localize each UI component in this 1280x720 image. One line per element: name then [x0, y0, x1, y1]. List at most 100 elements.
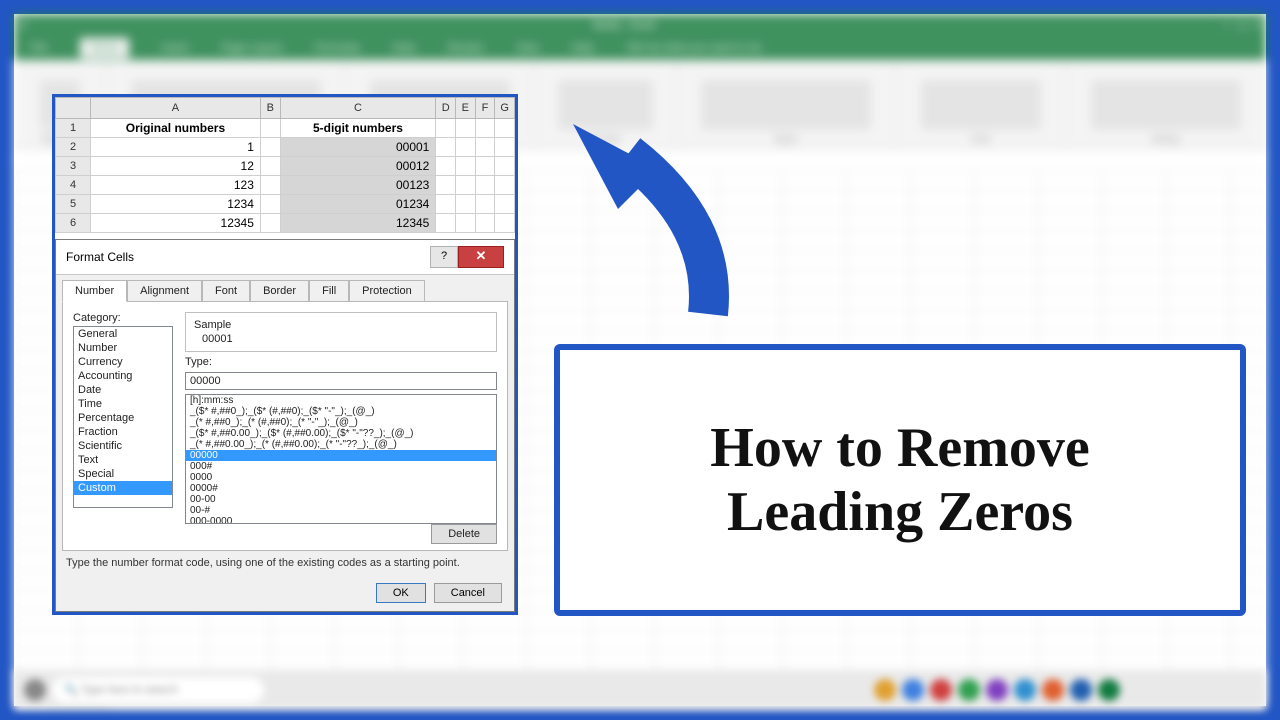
cell-F5[interactable]	[475, 195, 495, 214]
tab-number[interactable]: Number	[62, 280, 127, 302]
cell-C4[interactable]: 00123	[280, 176, 436, 195]
tab-alignment[interactable]: Alignment	[127, 280, 202, 302]
fmt-0[interactable]: [h]:mm:ss	[186, 395, 496, 406]
type-input[interactable]: 00000	[185, 372, 497, 390]
col-F[interactable]: F	[475, 98, 495, 119]
row-6[interactable]: 6	[56, 214, 91, 233]
tab-formulas[interactable]: Formulas	[314, 42, 360, 54]
cell-D3[interactable]	[436, 157, 456, 176]
cell-E3[interactable]	[456, 157, 476, 176]
cat-accounting[interactable]: Accounting	[74, 369, 172, 383]
cat-custom[interactable]: Custom	[74, 481, 172, 495]
tb-app-5[interactable]	[986, 679, 1008, 701]
col-G[interactable]: G	[495, 98, 515, 119]
cell-D5[interactable]	[436, 195, 456, 214]
cell-A4[interactable]: 123	[91, 176, 261, 195]
cell-G4[interactable]	[495, 176, 515, 195]
row-1[interactable]: 1	[56, 119, 91, 138]
max-icon[interactable]: ▢	[1238, 20, 1247, 31]
cell-G2[interactable]	[495, 138, 515, 157]
tab-view[interactable]: View	[516, 42, 540, 54]
cat-currency[interactable]: Currency	[74, 355, 172, 369]
fmt-9[interactable]: 00-00	[186, 494, 496, 505]
close-icon[interactable]: ✕	[1254, 20, 1262, 31]
tab-page-layout[interactable]: Page Layout	[221, 42, 283, 54]
min-icon[interactable]: —	[1222, 20, 1232, 31]
fmt-2[interactable]: _(* #,##0_);_(* (#,##0);_(* "-"_);_(@_)	[186, 417, 496, 428]
fmt-8[interactable]: 0000#	[186, 483, 496, 494]
tb-app-1[interactable]	[874, 679, 896, 701]
search-box[interactable]: 🔍 Type here to search	[52, 677, 264, 703]
cell-C6[interactable]: 12345	[280, 214, 436, 233]
cat-general[interactable]: General	[74, 327, 172, 341]
delete-button[interactable]: Delete	[431, 524, 497, 544]
cat-special[interactable]: Special	[74, 467, 172, 481]
ok-button[interactable]: OK	[376, 583, 426, 603]
format-list[interactable]: [h]:mm:ss _($* #,##0_);_($* (#,##0);_($*…	[185, 394, 497, 524]
cancel-button[interactable]: Cancel	[434, 583, 502, 603]
cell-C5[interactable]: 01234	[280, 195, 436, 214]
cat-text[interactable]: Text	[74, 453, 172, 467]
cell-D1[interactable]	[436, 119, 456, 138]
cell-D4[interactable]	[436, 176, 456, 195]
dialog-close-button[interactable]: ✕	[458, 246, 504, 268]
tb-app-4[interactable]	[958, 679, 980, 701]
row-5[interactable]: 5	[56, 195, 91, 214]
cell-E2[interactable]	[456, 138, 476, 157]
cell-F6[interactable]	[475, 214, 495, 233]
fmt-10[interactable]: 00-#	[186, 505, 496, 516]
cell-A1[interactable]: Original numbers	[91, 119, 261, 138]
cell-G5[interactable]	[495, 195, 515, 214]
tell-me[interactable]: Tell me what you want to do	[626, 42, 762, 54]
cat-fraction[interactable]: Fraction	[74, 425, 172, 439]
cell-F1[interactable]	[475, 119, 495, 138]
cell-A5[interactable]: 1234	[91, 195, 261, 214]
tb-app-excel[interactable]	[1098, 679, 1120, 701]
tb-app-8[interactable]	[1070, 679, 1092, 701]
tab-font[interactable]: Font	[202, 280, 250, 302]
cell-G6[interactable]	[495, 214, 515, 233]
cell-F3[interactable]	[475, 157, 495, 176]
row-3[interactable]: 3	[56, 157, 91, 176]
cell-B1[interactable]	[260, 119, 280, 138]
cell-F4[interactable]	[475, 176, 495, 195]
tab-protection[interactable]: Protection	[349, 280, 425, 302]
cat-time[interactable]: Time	[74, 397, 172, 411]
cell-C3[interactable]: 00012	[280, 157, 436, 176]
category-list[interactable]: General Number Currency Accounting Date …	[73, 326, 173, 508]
help-button[interactable]: ?	[430, 246, 458, 268]
cell-A6[interactable]: 12345	[91, 214, 261, 233]
cell-C2[interactable]: 00001	[280, 138, 436, 157]
tab-file[interactable]: File	[30, 42, 48, 54]
cell-F2[interactable]	[475, 138, 495, 157]
fmt-1[interactable]: _($* #,##0_);_($* (#,##0);_($* "-"_);_(@…	[186, 406, 496, 417]
cell-A2[interactable]: 1	[91, 138, 261, 157]
cell-B2[interactable]	[260, 138, 280, 157]
cell-D6[interactable]	[436, 214, 456, 233]
col-A[interactable]: A	[91, 98, 261, 119]
fmt-6[interactable]: 000#	[186, 461, 496, 472]
cell-B4[interactable]	[260, 176, 280, 195]
tab-border[interactable]: Border	[250, 280, 309, 302]
tb-app-6[interactable]	[1014, 679, 1036, 701]
tab-home[interactable]: Home	[80, 38, 129, 58]
cell-G1[interactable]	[495, 119, 515, 138]
fmt-7[interactable]: 0000	[186, 472, 496, 483]
tb-app-3[interactable]	[930, 679, 952, 701]
cell-A3[interactable]: 12	[91, 157, 261, 176]
cell-B5[interactable]	[260, 195, 280, 214]
cell-B3[interactable]	[260, 157, 280, 176]
cell-E4[interactable]	[456, 176, 476, 195]
corner-cell[interactable]	[56, 98, 91, 119]
cell-D2[interactable]	[436, 138, 456, 157]
col-C[interactable]: C	[280, 98, 436, 119]
cat-date[interactable]: Date	[74, 383, 172, 397]
row-4[interactable]: 4	[56, 176, 91, 195]
tab-fill[interactable]: Fill	[309, 280, 349, 302]
cell-C1[interactable]: 5-digit numbers	[280, 119, 436, 138]
row-2[interactable]: 2	[56, 138, 91, 157]
cat-percentage[interactable]: Percentage	[74, 411, 172, 425]
cell-E6[interactable]	[456, 214, 476, 233]
tb-app-2[interactable]	[902, 679, 924, 701]
fmt-11[interactable]: 000-0000	[186, 516, 496, 524]
